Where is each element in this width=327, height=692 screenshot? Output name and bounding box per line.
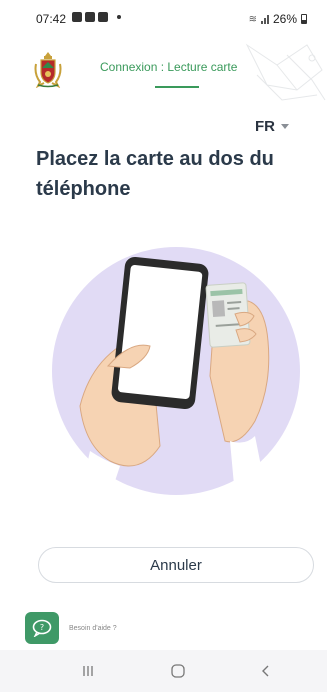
chat-help-icon: ?: [32, 619, 52, 637]
more-notifications-icon: [117, 15, 121, 19]
back-icon[interactable]: [256, 662, 276, 680]
signal-icon: [260, 14, 269, 24]
mail-notification-icon: [85, 12, 95, 22]
home-icon[interactable]: [168, 662, 188, 680]
title-underline: [155, 86, 199, 88]
wifi-icon: ≋: [248, 13, 257, 25]
language-selector[interactable]: FR: [255, 118, 289, 135]
help-label[interactable]: Besoin d'aide ?: [69, 625, 117, 632]
header: Connexion : Lecture carte: [0, 40, 327, 101]
instruction-title: Placez la carte au dos du téléphone: [36, 148, 274, 200]
battery-percent: 26%: [272, 12, 297, 26]
system-navigation-bar: [0, 650, 327, 692]
gallery-notification-icon: [72, 12, 82, 22]
status-bar: 07:42 ≋ 26%: [0, 0, 327, 34]
moroccan-coat-of-arms-logo: [34, 52, 62, 88]
status-time: 07:42: [36, 12, 67, 26]
recent-apps-icon[interactable]: [78, 662, 98, 680]
status-right: ≋ 26%: [249, 12, 307, 26]
phone-card-illustration: [52, 247, 300, 496]
cancel-button[interactable]: Annuler: [38, 547, 314, 583]
header-decoration: [245, 43, 326, 101]
battery-icon: [301, 14, 307, 24]
page-title: Connexion : Lecture carte: [100, 60, 238, 74]
check-notification-icon: [98, 12, 108, 22]
svg-text:?: ?: [40, 623, 44, 632]
help-section: ? Besoin d'aide ?: [25, 612, 117, 644]
chevron-down-icon: [281, 124, 289, 129]
language-label: FR: [255, 118, 275, 135]
notification-icons: [72, 12, 121, 22]
help-button[interactable]: ?: [25, 612, 59, 644]
